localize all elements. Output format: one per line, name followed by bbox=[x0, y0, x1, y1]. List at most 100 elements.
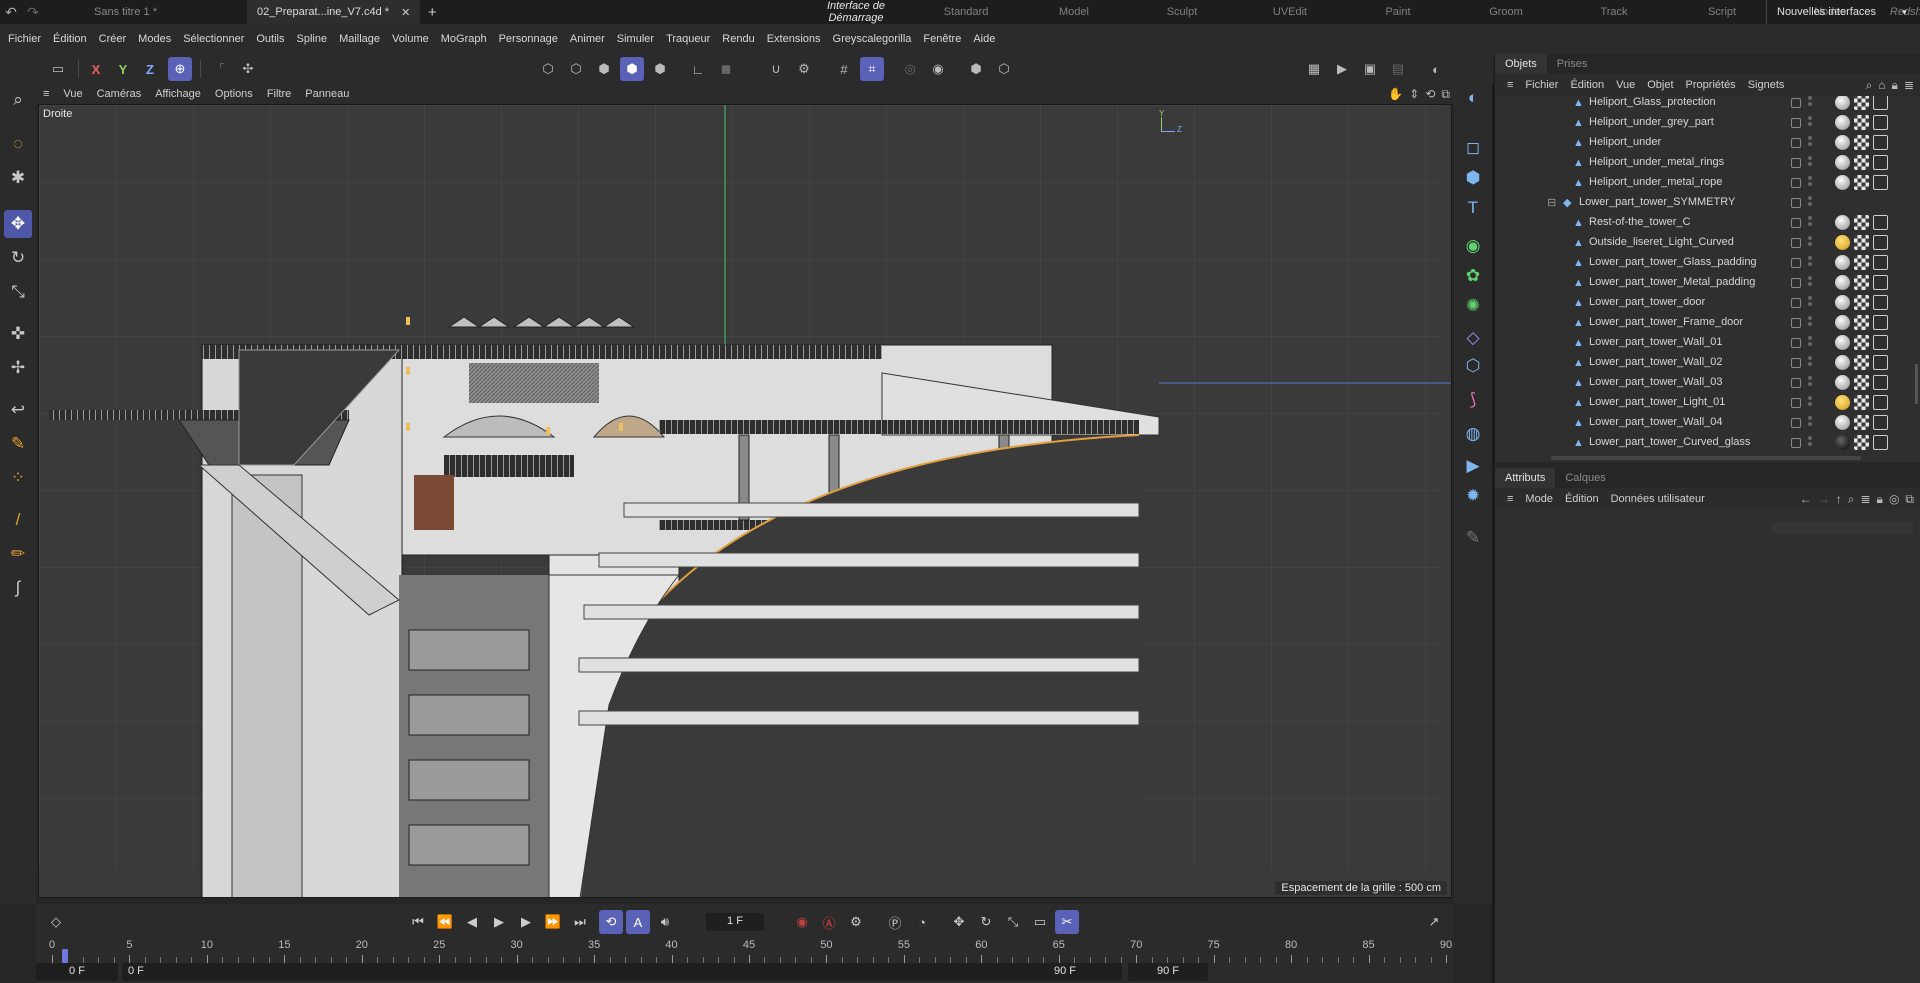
clapper-icon[interactable]: ▦ bbox=[1302, 57, 1326, 81]
phong-tag-icon[interactable] bbox=[1873, 96, 1888, 110]
edges-mode-icon[interactable]: ⬡ bbox=[564, 57, 588, 81]
cube-icon[interactable]: ⬢ bbox=[964, 57, 988, 81]
texture-tag-icon[interactable] bbox=[1854, 155, 1869, 170]
rotation-key-icon[interactable]: ↻ bbox=[974, 910, 998, 934]
list-item[interactable]: ▲ Heliport_under_metal_rings bbox=[1495, 153, 1915, 173]
material-tag-icon[interactable] bbox=[1835, 135, 1850, 150]
hamburger-icon[interactable]: ≡ bbox=[1501, 493, 1519, 505]
doc-tab-active[interactable]: 02_Preparat...ine_V7.c4d * ✕ bbox=[247, 0, 421, 24]
live-selection-icon[interactable]: ✱ bbox=[4, 164, 32, 192]
texture-tag-icon[interactable] bbox=[1854, 235, 1869, 250]
rotate-icon[interactable]: ↻ bbox=[4, 244, 32, 272]
layer-check-icon[interactable] bbox=[1791, 358, 1801, 368]
scale-icon[interactable]: ⤡ bbox=[4, 278, 32, 306]
phong-tag-icon[interactable] bbox=[1873, 375, 1888, 390]
autokey-icon[interactable]: Ⓐ bbox=[817, 910, 841, 934]
list-item[interactable]: ▲ Heliport_Glass_protection bbox=[1495, 96, 1915, 113]
render-picture-icon[interactable]: ▣ bbox=[1358, 57, 1382, 81]
search-icon[interactable]: ⌕ bbox=[1866, 78, 1873, 93]
layer-check-icon[interactable] bbox=[1791, 278, 1801, 288]
playback-rate-icon[interactable]: A bbox=[626, 910, 650, 934]
attr-menu-mode[interactable]: Mode bbox=[1519, 493, 1559, 505]
attributes-field[interactable] bbox=[1773, 522, 1913, 534]
redshift-icon[interactable]: ◐ bbox=[1424, 57, 1448, 81]
object-mode-icon[interactable]: ⬢ bbox=[648, 57, 672, 81]
texture-tag-icon[interactable] bbox=[1854, 335, 1869, 350]
texture-tag-icon[interactable] bbox=[1854, 395, 1869, 410]
paint-icon[interactable]: ⁘ bbox=[4, 464, 32, 492]
phong-tag-icon[interactable] bbox=[1873, 115, 1888, 130]
list-item[interactable]: ▲ Lower_part_tower_Wall_04 bbox=[1495, 413, 1915, 433]
filter-icon[interactable]: ≣ bbox=[1860, 492, 1870, 507]
hamburger-icon[interactable]: ≡ bbox=[1501, 79, 1519, 91]
menu-creer[interactable]: Créer bbox=[95, 33, 131, 45]
menu-rendu[interactable]: Rendu bbox=[718, 33, 758, 45]
material-tag-icon[interactable] bbox=[1835, 155, 1850, 170]
list-item[interactable]: ▲ Heliport_under_metal_rope bbox=[1495, 173, 1915, 193]
material-tag-icon[interactable] bbox=[1835, 395, 1850, 410]
texture-tag-icon[interactable] bbox=[1854, 175, 1869, 190]
viewport-menu-panneau[interactable]: Panneau bbox=[298, 88, 356, 100]
material-tag-icon[interactable] bbox=[1835, 255, 1850, 270]
pla-key-icon[interactable]: ✂ bbox=[1055, 910, 1079, 934]
motion-record-icon[interactable]: Ⓟ bbox=[883, 910, 907, 934]
magnet-icon[interactable]: ∪ bbox=[764, 57, 788, 81]
filter-icon[interactable]: ≣ bbox=[1904, 78, 1914, 93]
world-coords-icon[interactable]: ⊕ bbox=[168, 57, 192, 81]
material-tag-icon[interactable] bbox=[1835, 235, 1850, 250]
phong-tag-icon[interactable] bbox=[1873, 335, 1888, 350]
doc-tab-untitled[interactable]: Sans titre 1 * bbox=[84, 0, 199, 24]
texture-tag-icon[interactable] bbox=[1854, 215, 1869, 230]
visibility-dots-icon[interactable] bbox=[1808, 256, 1812, 270]
grid-snap-icon[interactable]: # bbox=[832, 57, 856, 81]
layout-track[interactable]: Track bbox=[1560, 6, 1668, 18]
menu-modes[interactable]: Modes bbox=[134, 33, 175, 45]
timeline-icon[interactable]: ◔ bbox=[910, 910, 934, 934]
maximize-icon[interactable]: ⧉ bbox=[1441, 87, 1450, 102]
om-menu-fichier[interactable]: Fichier bbox=[1519, 79, 1564, 91]
null-icon[interactable]: ◻ bbox=[1459, 134, 1487, 162]
list-item[interactable]: ▲ Lower_part_tower_Wall_02 bbox=[1495, 353, 1915, 373]
prev-frame-icon[interactable]: ◀ bbox=[460, 910, 484, 934]
cube-primitive-icon[interactable]: ⬢ bbox=[1459, 164, 1487, 192]
layer-check-icon[interactable] bbox=[1791, 378, 1801, 388]
play-icon[interactable]: ▶ bbox=[487, 910, 511, 934]
layer-check-icon[interactable] bbox=[1791, 218, 1801, 228]
deformer-icon[interactable]: ◇ bbox=[1459, 324, 1487, 352]
axis-z-button[interactable]: Z bbox=[138, 57, 162, 81]
material-tag-icon[interactable] bbox=[1835, 96, 1850, 110]
asset-icon[interactable]: ⬡ bbox=[992, 57, 1016, 81]
render-queue-icon[interactable]: ▤ bbox=[1386, 57, 1410, 81]
layer-check-icon[interactable] bbox=[1791, 318, 1801, 328]
move-icon[interactable]: ✥ bbox=[4, 210, 32, 238]
list-item[interactable]: ⊟ ◆ Lower_part_tower_SYMMETRY bbox=[1495, 193, 1915, 213]
new-window-icon[interactable]: ⧉ bbox=[1905, 492, 1914, 507]
transform-icon[interactable]: ✜ bbox=[4, 320, 32, 348]
preview-range-start[interactable]: 0 F bbox=[122, 963, 1122, 981]
layer-check-icon[interactable] bbox=[1791, 398, 1801, 408]
visibility-dots-icon[interactable] bbox=[1808, 396, 1812, 410]
target-icon[interactable]: ◎ bbox=[1889, 492, 1899, 507]
horizontal-scrollbar[interactable] bbox=[1551, 456, 1861, 460]
sound-icon[interactable]: 🔊︎ bbox=[653, 910, 677, 934]
arrow-up-icon[interactable]: ↑ bbox=[1836, 492, 1842, 507]
curve-editor-icon[interactable]: ↗ bbox=[1422, 910, 1446, 934]
scene-icon[interactable]: ◍ bbox=[1459, 420, 1487, 448]
menu-greyscalegorilla[interactable]: Greyscalegorilla bbox=[829, 33, 916, 45]
menu-extensions[interactable]: Extensions bbox=[763, 33, 825, 45]
viewport-menu-cameras[interactable]: Caméras bbox=[90, 88, 149, 100]
visibility-dots-icon[interactable] bbox=[1808, 216, 1812, 230]
layout-uvedit[interactable]: UVEdit bbox=[1236, 6, 1344, 18]
tab-calques[interactable]: Calques bbox=[1555, 468, 1615, 488]
menu-personnage[interactable]: Personnage bbox=[495, 33, 562, 45]
visibility-dots-icon[interactable] bbox=[1808, 136, 1812, 150]
search-icon[interactable]: ⌕ bbox=[1848, 492, 1855, 507]
visibility-dots-icon[interactable] bbox=[1808, 436, 1812, 450]
phong-tag-icon[interactable] bbox=[1873, 215, 1888, 230]
scale-key-icon[interactable]: ⤡ bbox=[1001, 910, 1025, 934]
layer-check-icon[interactable] bbox=[1791, 238, 1801, 248]
next-key-icon[interactable]: ⏩ bbox=[541, 910, 565, 934]
lock-icon[interactable]: 🔒︎ bbox=[1892, 78, 1898, 93]
visibility-dots-icon[interactable] bbox=[1808, 196, 1812, 210]
new-interfaces-button[interactable]: Nouvelles interfaces ▾ bbox=[1766, 0, 1907, 24]
